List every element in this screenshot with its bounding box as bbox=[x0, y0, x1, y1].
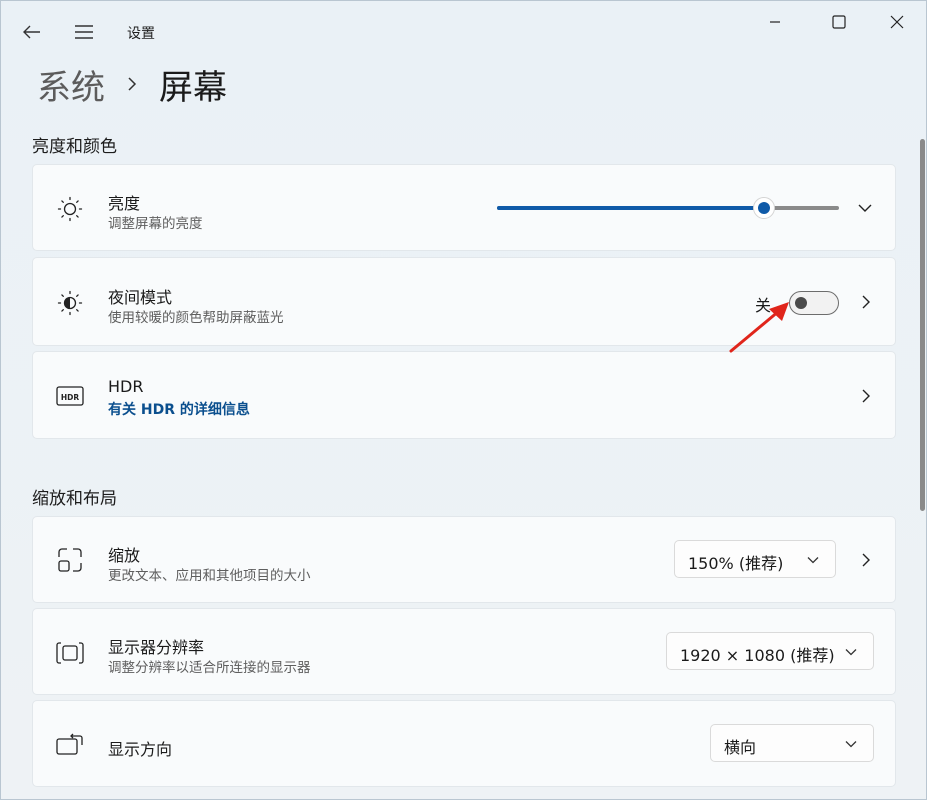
resolution-dropdown-value: 1920 × 1080 (推荐) bbox=[680, 642, 835, 666]
window-title: 设置 bbox=[127, 23, 155, 43]
slider-thumb[interactable] bbox=[753, 197, 775, 219]
brightness-title: 亮度 bbox=[108, 190, 140, 214]
brightness-card: 亮度 调整屏幕的亮度 bbox=[32, 164, 896, 251]
breadcrumb-separator-icon bbox=[127, 76, 137, 92]
scale-dropdown-value: 150% (推荐) bbox=[688, 550, 783, 574]
chevron-right-icon bbox=[861, 553, 871, 567]
maximize-icon bbox=[832, 15, 846, 29]
night-light-subtitle: 使用较暖的颜色帮助屏蔽蓝光 bbox=[108, 306, 284, 326]
scale-dropdown[interactable]: 150% (推荐) bbox=[674, 540, 836, 578]
hamburger-menu-icon bbox=[74, 25, 94, 39]
sun-icon bbox=[55, 194, 85, 224]
resolution-dropdown[interactable]: 1920 × 1080 (推荐) bbox=[666, 632, 874, 670]
resolution-title: 显示器分辨率 bbox=[108, 634, 204, 658]
chevron-down-icon bbox=[843, 644, 859, 660]
maximize-button[interactable] bbox=[821, 9, 857, 35]
hdr-card[interactable]: HDR HDR 有关 HDR 的详细信息 bbox=[32, 351, 896, 439]
hdr-learn-more-link[interactable]: 有关 HDR 的详细信息 bbox=[108, 399, 250, 419]
night-light-toggle[interactable] bbox=[789, 291, 839, 315]
chevron-down-icon bbox=[858, 203, 872, 213]
chevron-right-icon bbox=[861, 295, 871, 309]
back-arrow-icon bbox=[23, 25, 41, 39]
night-light-state-label: 关 bbox=[755, 292, 771, 316]
close-button[interactable] bbox=[879, 9, 915, 35]
expand-brightness-button[interactable] bbox=[855, 198, 875, 218]
breadcrumb: 系统 屏幕 bbox=[37, 59, 227, 109]
toggle-knob bbox=[795, 297, 807, 309]
orientation-card: 显示方向 横向 bbox=[32, 700, 896, 787]
orientation-dropdown[interactable]: 横向 bbox=[710, 724, 874, 762]
scale-subtitle: 更改文本、应用和其他项目的大小 bbox=[108, 564, 311, 584]
slider-fill bbox=[497, 206, 764, 210]
scale-settings-button[interactable] bbox=[856, 550, 876, 570]
chevron-right-icon bbox=[861, 389, 871, 403]
svg-text:HDR: HDR bbox=[61, 393, 80, 402]
scale-icon bbox=[55, 545, 85, 575]
night-light-settings-button[interactable] bbox=[856, 292, 876, 312]
brightness-subtitle: 调整屏幕的亮度 bbox=[108, 212, 203, 232]
settings-window: 设置 系统 屏幕 亮度和颜色 bbox=[0, 0, 927, 800]
hdr-title: HDR bbox=[108, 377, 143, 396]
close-icon bbox=[890, 15, 904, 29]
night-light-icon bbox=[55, 288, 85, 318]
minimize-icon bbox=[769, 16, 781, 28]
night-light-card[interactable]: 夜间模式 使用较暖的颜色帮助屏蔽蓝光 关 bbox=[32, 257, 896, 346]
back-button[interactable] bbox=[19, 19, 45, 45]
resolution-card: 显示器分辨率 调整分辨率以适合所连接的显示器 1920 × 1080 (推荐) bbox=[32, 608, 896, 695]
title-bar: 设置 bbox=[1, 1, 926, 61]
chevron-down-icon bbox=[805, 552, 821, 568]
scale-card: 缩放 更改文本、应用和其他项目的大小 150% (推荐) bbox=[32, 516, 896, 603]
resolution-subtitle: 调整分辨率以适合所连接的显示器 bbox=[108, 656, 311, 676]
breadcrumb-parent-system[interactable]: 系统 bbox=[37, 60, 105, 109]
minimize-button[interactable] bbox=[757, 9, 793, 35]
section-title-brightness-color: 亮度和颜色 bbox=[32, 132, 117, 157]
night-light-title: 夜间模式 bbox=[108, 284, 172, 308]
section-title-scale-layout: 缩放和布局 bbox=[32, 484, 117, 509]
orientation-dropdown-value: 横向 bbox=[724, 734, 756, 758]
chevron-down-icon bbox=[843, 736, 859, 752]
resolution-icon bbox=[55, 638, 85, 668]
vertical-scrollbar[interactable] bbox=[920, 139, 925, 511]
page-title: 屏幕 bbox=[159, 60, 227, 109]
hdr-icon: HDR bbox=[55, 381, 85, 411]
brightness-slider[interactable] bbox=[497, 201, 839, 215]
orientation-title: 显示方向 bbox=[108, 736, 172, 760]
navigation-menu-button[interactable] bbox=[71, 19, 97, 45]
scale-title: 缩放 bbox=[108, 542, 140, 566]
hdr-settings-button[interactable] bbox=[856, 386, 876, 406]
rotate-display-icon bbox=[55, 730, 85, 760]
